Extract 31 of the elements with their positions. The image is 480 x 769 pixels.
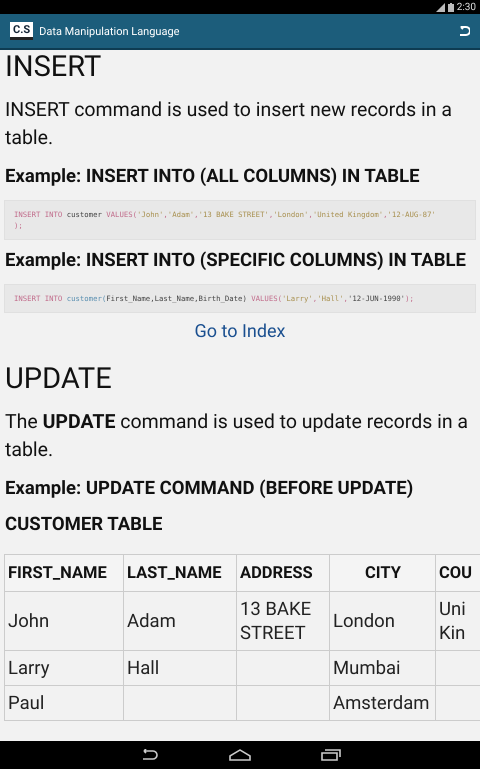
column-header: COU [436, 554, 480, 592]
example-heading: Example: INSERT INTO (SPECIFIC COLUMNS) IN TABLE [4, 248, 467, 272]
table-cell: Amsterdam [330, 686, 436, 720]
paragraph: The UPDATE command is used to update records in a table. [4, 409, 470, 463]
index-link[interactable]: Go to Index [194, 321, 286, 342]
table-cell: 13 BAKE STREET [236, 592, 330, 650]
example-heading: Example: UPDATE COMMAND (BEFORE UPDATE) [4, 476, 414, 500]
clock: 2:30 [456, 2, 476, 12]
table-cell: Mumbai [330, 650, 436, 686]
column-header: ADDRESS [236, 554, 330, 592]
table-cell: Hall [124, 650, 236, 686]
signal-icon [436, 2, 445, 12]
column-header: CITY [330, 554, 436, 592]
example-heading: Example: INSERT INTO (ALL COLUMNS) IN TABLE [4, 164, 420, 188]
recents-icon[interactable] [321, 749, 341, 761]
paragraph: INSERT command is used to insert new records in a table. [4, 97, 453, 151]
table-cell: Paul [4, 686, 124, 720]
section-heading: UPDATE [4, 361, 113, 398]
section-heading: INSERT [4, 50, 102, 86]
table-cell: Adam [124, 592, 236, 650]
window-title: Data Manipulation Language [39, 24, 180, 38]
table-cell: London [330, 592, 436, 650]
home-icon[interactable] [229, 749, 251, 761]
table-cell: Larry [4, 650, 124, 686]
battery-icon [448, 2, 454, 12]
app-logo: C.S [10, 22, 34, 40]
column-header: LAST_NAME [124, 554, 236, 592]
table-cell: John [4, 592, 124, 650]
example-heading: CUSTOMER TABLE [4, 512, 164, 536]
column-header: FIRST_NAME [4, 554, 124, 592]
back-icon[interactable] [458, 26, 470, 36]
